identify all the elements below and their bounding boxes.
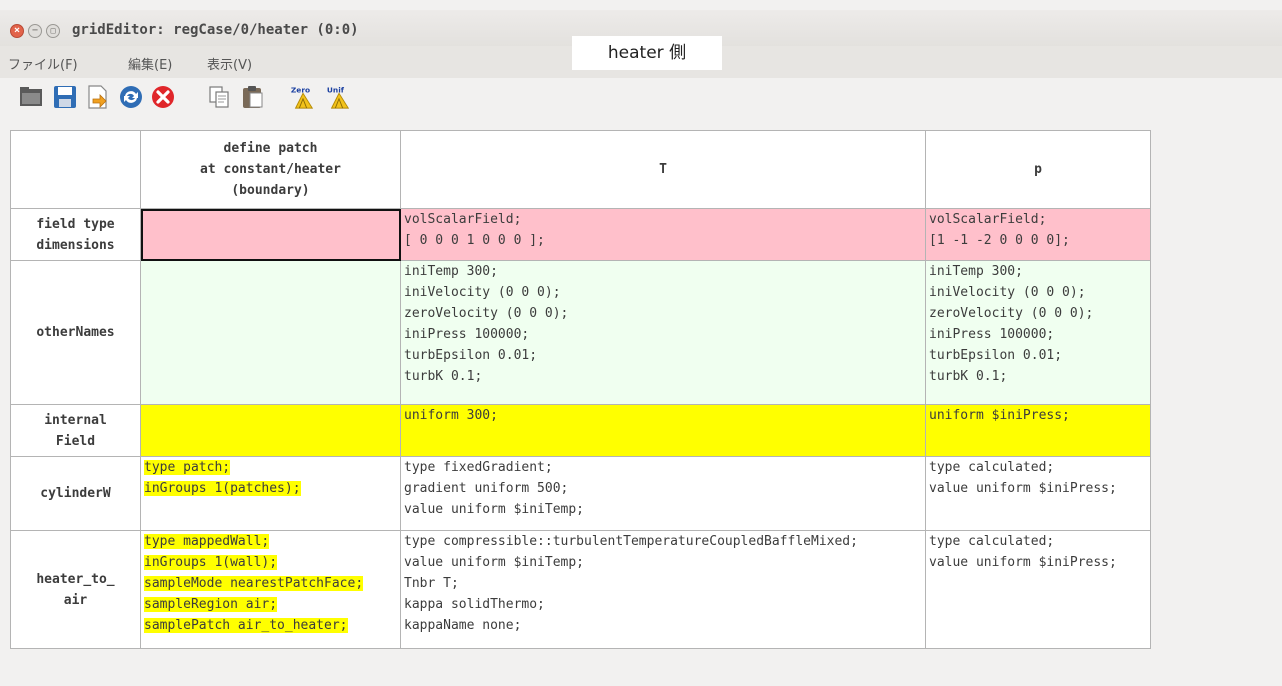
row-header-internal-field[interactable]: internal Field [10,404,141,457]
grid-header-row: define patch at constant/heater (boundar… [10,130,1151,209]
export-icon[interactable] [84,84,110,110]
grid-cell[interactable]: type mappedWall; inGroups 1(wall); sampl… [140,530,401,649]
open-folder-icon[interactable] [18,84,44,110]
unif-label: Unif [327,85,345,94]
boundary-grid: define patch at constant/heater (boundar… [10,130,1151,649]
zero-clear-icon[interactable]: Zero [290,84,316,110]
row-internal-field: internal Field uniform 300; uniform $ini… [10,404,1151,457]
column-header-patch-definition[interactable]: define patch at constant/heater (boundar… [140,130,401,209]
patch-definition-text: type patch; inGroups 1(patches); [144,460,301,496]
zero-label: Zero [291,85,310,94]
status-bar [0,660,1282,686]
row-header-heater-to-air[interactable]: heater_to_ air [10,530,141,649]
toolbar-separator [276,84,277,110]
grid-cell[interactable]: type fixedGradient; gradient uniform 500… [400,456,926,531]
menu-edit[interactable]: 編集(E) [128,54,172,73]
toolbar-separator [188,84,189,110]
reload-icon[interactable] [118,84,144,110]
grid-cell[interactable]: type calculated; value uniform $iniPress… [925,456,1151,531]
row-field-type: field type dimensions volScalarField; [ … [10,208,1151,261]
row-header-other-names[interactable]: otherNames [10,260,141,405]
save-icon[interactable] [52,84,78,110]
close-window-button[interactable]: × [10,24,24,38]
grid-cell[interactable]: volScalarField; [1 -1 -2 0 0 0 0]; [925,208,1151,261]
grid-area: define patch at constant/heater (boundar… [10,130,1282,660]
grid-cell[interactable]: iniTemp 300; iniVelocity (0 0 0); zeroVe… [400,260,926,405]
grid-cell[interactable]: volScalarField; [ 0 0 0 1 0 0 0 ]; [400,208,926,261]
unif-clear-icon[interactable]: Unif [326,84,352,110]
maximize-window-button[interactable]: □ [46,24,60,38]
menu-view[interactable]: 表示(V) [207,54,252,73]
grid-cell[interactable] [140,404,401,457]
minimize-window-button[interactable]: − [28,24,42,38]
grid-cell[interactable] [140,208,401,261]
column-header-p[interactable]: p [925,130,1151,209]
grid-cell[interactable]: uniform 300; [400,404,926,457]
row-cylinderW: cylinderW type patch; inGroups 1(patches… [10,456,1151,531]
menu-file[interactable]: ファイル(F) [8,54,78,73]
grid-cell[interactable]: type compressible::turbulentTemperatureC… [400,530,926,649]
heater-side-annotation: heater 側 [572,36,722,70]
column-header-T[interactable]: T [400,130,926,209]
corner-header [10,130,141,209]
grid-cell[interactable]: type patch; inGroups 1(patches); [140,456,401,531]
grid-cell[interactable]: uniform $iniPress; [925,404,1151,457]
grid-cell[interactable]: type calculated; value uniform $iniPress… [925,530,1151,649]
row-header-field-type[interactable]: field type dimensions [10,208,141,261]
copy-icon[interactable] [206,84,232,110]
row-heater-to-air: heater_to_ air type mappedWall; inGroups… [10,530,1151,649]
window-title: gridEditor: regCase/0/heater (0:0) [72,22,359,38]
row-header-cylinderW[interactable]: cylinderW [10,456,141,531]
grid-cell[interactable] [140,260,401,405]
toolbar: Zero Unif [0,78,1282,120]
cancel-icon[interactable] [150,84,176,110]
grid-cell[interactable]: iniTemp 300; iniVelocity (0 0 0); zeroVe… [925,260,1151,405]
paste-icon[interactable] [240,84,266,110]
row-other-names: otherNames iniTemp 300; iniVelocity (0 0… [10,260,1151,405]
patch-definition-text: type mappedWall; inGroups 1(wall); sampl… [144,534,364,633]
